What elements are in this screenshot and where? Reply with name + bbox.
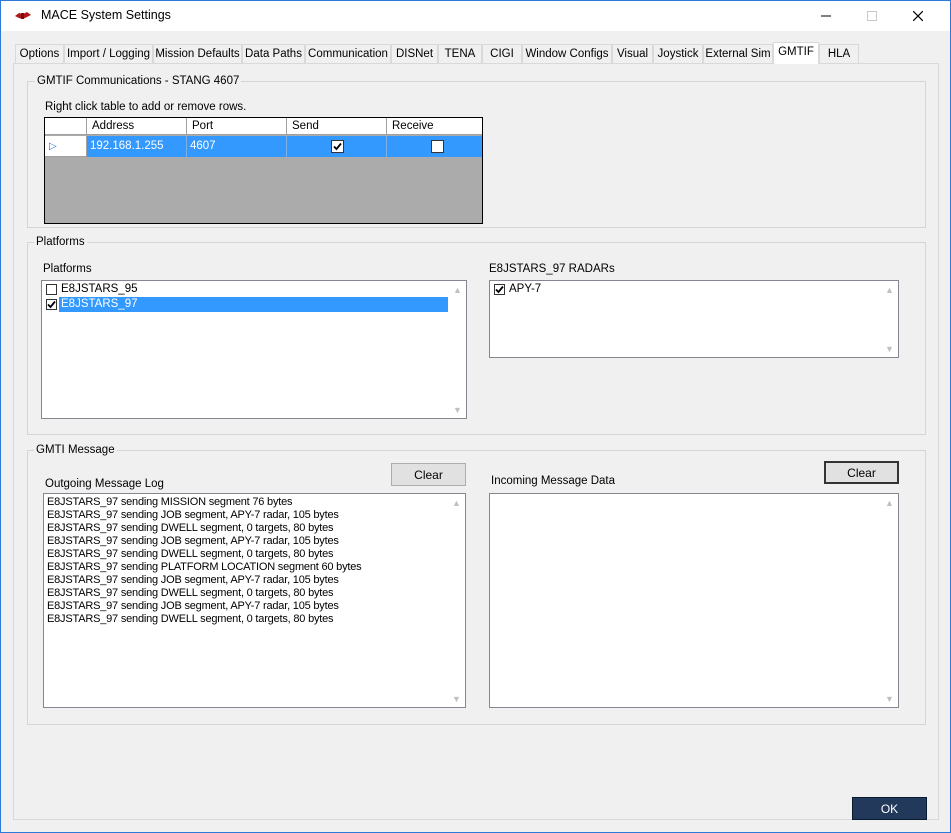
tab-visual[interactable]: Visual <box>612 44 653 63</box>
tab-window-configs[interactable]: Window Configs <box>522 44 612 63</box>
tab-disnet[interactable]: DISNet <box>391 44 438 63</box>
row-header-corner <box>45 118 87 135</box>
clear-incoming-button[interactable]: Clear <box>824 461 899 484</box>
scroll-down-icon[interactable]: ▼ <box>448 690 465 707</box>
scroll-down-icon[interactable]: ▼ <box>881 690 898 707</box>
comms-hint: Right click table to add or remove rows. <box>45 101 247 113</box>
log-line: E8JSTARS_97 sending JOB segment, APY-7 r… <box>47 574 339 586</box>
minimize-icon <box>821 15 831 17</box>
scroll-down-icon[interactable]: ▼ <box>449 401 466 418</box>
list-item[interactable]: E8JSTARS_97 <box>44 297 448 312</box>
tab-gmtif[interactable]: GMTIF <box>773 42 819 64</box>
radar-name: APY-7 <box>509 283 542 295</box>
radars-list-label: E8JSTARS_97 RADARs <box>489 263 615 275</box>
tab-external-sim[interactable]: External Sim <box>703 44 773 63</box>
maximize-button[interactable] <box>849 1 895 31</box>
tab-import-logging[interactable]: Import / Logging <box>64 44 153 63</box>
maximize-icon <box>867 11 877 21</box>
column-header-receive[interactable]: Receive <box>387 118 482 135</box>
tab-joystick[interactable]: Joystick <box>653 44 703 63</box>
log-line: E8JSTARS_97 sending MISSION segment 76 b… <box>47 496 293 508</box>
outgoing-log-textbox[interactable]: E8JSTARS_97 sending MISSION segment 76 b… <box>43 493 466 708</box>
comms-table[interactable]: Address Port Send Receive ▷ 192.168.1.25… <box>44 117 483 224</box>
incoming-scrollbar[interactable]: ▲ ▼ <box>881 494 898 707</box>
radars-scrollbar[interactable]: ▲ ▼ <box>881 281 898 357</box>
comms-group-title: GMTIF Communications - STANG 4607 <box>35 75 242 87</box>
list-item[interactable]: APY-7 <box>492 282 880 297</box>
cell-address[interactable]: 192.168.1.255 <box>87 136 187 157</box>
gmti-group-title: GMTI Message <box>34 444 117 456</box>
send-checkbox[interactable] <box>331 140 344 153</box>
log-line: E8JSTARS_97 sending JOB segment, APY-7 r… <box>47 535 339 547</box>
platform-name: E8JSTARS_95 <box>61 283 138 295</box>
scroll-down-icon[interactable]: ▼ <box>881 340 898 357</box>
scroll-up-icon[interactable]: ▲ <box>449 281 466 298</box>
scroll-up-icon[interactable]: ▲ <box>881 494 898 511</box>
log-line: E8JSTARS_97 sending PLATFORM LOCATION se… <box>47 561 362 573</box>
list-item[interactable]: E8JSTARS_95 <box>44 282 448 297</box>
cell-send[interactable] <box>287 136 387 157</box>
outgoing-log-label: Outgoing Message Log <box>45 478 164 490</box>
column-header-send[interactable]: Send <box>287 118 387 135</box>
cell-receive[interactable] <box>387 136 482 157</box>
tab-cigi[interactable]: CIGI <box>482 44 522 63</box>
tab-mission-defaults[interactable]: Mission Defaults <box>153 44 242 63</box>
platforms-group-title: Platforms <box>34 236 87 248</box>
tab-options[interactable]: Options <box>15 44 64 63</box>
clear-outgoing-button[interactable]: Clear <box>391 463 466 486</box>
log-line: E8JSTARS_97 sending DWELL segment, 0 tar… <box>47 548 334 560</box>
row-indicator-icon: ▷ <box>45 136 87 157</box>
window-title: MACE System Settings <box>41 8 171 22</box>
close-icon <box>913 11 923 21</box>
log-line: E8JSTARS_97 sending DWELL segment, 0 tar… <box>47 613 334 625</box>
settings-window: MACE System Settings Options Import / Lo… <box>0 0 951 833</box>
app-icon <box>14 10 32 22</box>
ok-button[interactable]: OK <box>852 797 927 820</box>
tab-communication[interactable]: Communication <box>305 44 391 63</box>
outgoing-scrollbar[interactable]: ▲ ▼ <box>448 494 465 707</box>
radars-checklist[interactable]: APY-7 ▲ ▼ <box>489 280 899 358</box>
column-header-address[interactable]: Address <box>87 118 187 135</box>
platforms-checklist[interactable]: E8JSTARS_95 E8JSTARS_97 ▲ ▼ <box>41 280 467 419</box>
platform-checkbox[interactable] <box>46 284 57 295</box>
platform-checkbox[interactable] <box>46 299 57 310</box>
minimize-button[interactable] <box>803 1 849 31</box>
log-line: E8JSTARS_97 sending DWELL segment, 0 tar… <box>47 587 334 599</box>
radar-checkbox[interactable] <box>494 284 505 295</box>
column-header-port[interactable]: Port <box>187 118 287 135</box>
tab-data-paths[interactable]: Data Paths <box>242 44 305 63</box>
incoming-data-label: Incoming Message Data <box>491 475 616 487</box>
scroll-up-icon[interactable]: ▲ <box>448 494 465 511</box>
close-button[interactable] <box>895 1 941 31</box>
tab-tena[interactable]: TENA <box>438 44 482 63</box>
log-line: E8JSTARS_97 sending JOB segment, APY-7 r… <box>47 600 339 612</box>
cell-port[interactable]: 4607 <box>187 136 287 157</box>
platform-name: E8JSTARS_97 <box>61 298 138 310</box>
log-line: E8JSTARS_97 sending JOB segment, APY-7 r… <box>47 509 339 521</box>
title-bar[interactable]: MACE System Settings <box>1 1 950 31</box>
table-row[interactable]: ▷ 192.168.1.255 4607 <box>45 136 482 157</box>
tab-hla[interactable]: HLA <box>819 44 859 63</box>
receive-checkbox[interactable] <box>431 140 444 153</box>
log-line: E8JSTARS_97 sending DWELL segment, 0 tar… <box>47 522 334 534</box>
platforms-scrollbar[interactable]: ▲ ▼ <box>449 281 466 418</box>
platforms-list-label: Platforms <box>43 263 92 275</box>
incoming-data-textbox[interactable]: ▲ ▼ <box>489 493 899 708</box>
scroll-up-icon[interactable]: ▲ <box>881 281 898 298</box>
